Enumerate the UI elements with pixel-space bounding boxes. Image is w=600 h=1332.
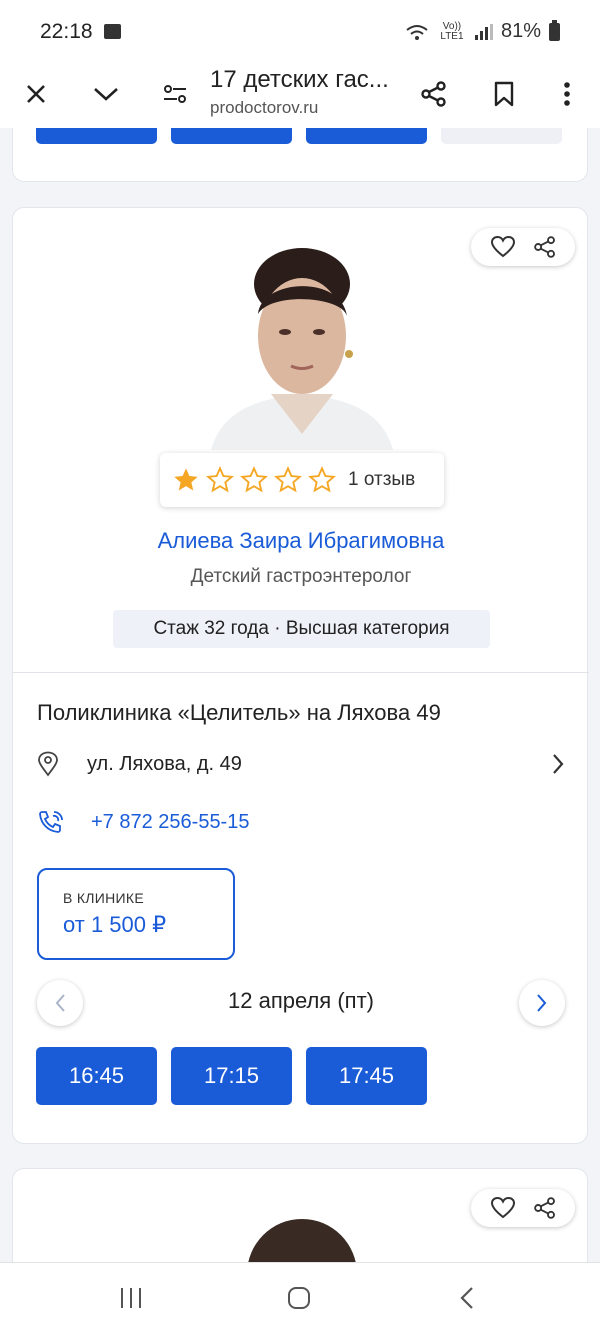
home-icon[interactable]	[279, 1283, 319, 1313]
more-slots-button[interactable]	[441, 128, 562, 144]
time-slot-button[interactable]	[171, 128, 292, 144]
bookmark-icon[interactable]	[482, 72, 526, 116]
status-indicators: Vo)) LTE1 81%	[405, 19, 560, 43]
recent-apps-icon[interactable]	[111, 1283, 151, 1313]
next-date-button[interactable]	[519, 980, 565, 1026]
page-title[interactable]: 17 детских гас...	[210, 66, 389, 94]
chevron-right-icon	[537, 994, 547, 1012]
heart-icon[interactable]	[490, 235, 516, 259]
time-slot-button[interactable]: 17:15	[171, 1047, 292, 1105]
page-settings-icon[interactable]	[153, 72, 197, 116]
chevron-right-icon[interactable]	[551, 752, 565, 776]
battery-icon	[549, 19, 560, 41]
close-icon[interactable]	[14, 72, 58, 116]
clinic-address: ул. Ляхова, д. 49	[87, 752, 242, 775]
more-icon[interactable]	[545, 72, 589, 116]
wifi-icon	[406, 24, 428, 40]
previous-doctor-card	[12, 128, 588, 182]
price-value: от 1 500 ₽	[63, 912, 167, 937]
time-slot-button[interactable]: 17:45	[306, 1047, 427, 1105]
doctor-card: 1 отзыв Алиева Заира Ибрагимовна Детский…	[12, 207, 589, 1144]
battery-level: 81%	[500, 20, 541, 42]
experience-badge: Стаж 32 года · Высшая категория	[113, 610, 490, 648]
network-type: Vo)) LTE1	[440, 20, 464, 42]
status-bar: 22:18 Vo)) LTE1 81%	[0, 0, 600, 62]
heart-icon[interactable]	[490, 1196, 516, 1220]
doctor-photo[interactable]	[247, 1219, 357, 1262]
doctor-name[interactable]: Алиева Заира Ибрагимовна	[13, 528, 589, 554]
chevron-down-icon[interactable]	[84, 72, 128, 116]
back-icon[interactable]	[447, 1283, 487, 1313]
browser-toolbar: 17 детских гас... prodoctorov.ru	[0, 62, 600, 128]
next-doctor-card	[12, 1168, 588, 1262]
card-actions	[471, 228, 575, 266]
star-empty-icon	[274, 466, 302, 493]
phone-row[interactable]: +7 872 256-55-15	[37, 804, 249, 840]
star-empty-icon	[206, 466, 234, 493]
signal-icon	[474, 23, 493, 40]
clinic-name[interactable]: Поликлиника «Целитель» на Ляхова 49	[37, 700, 441, 726]
doctor-photo[interactable]	[191, 244, 413, 450]
time-slot-button[interactable]	[306, 128, 427, 144]
time-slot-button[interactable]	[36, 128, 157, 144]
clinic-phone[interactable]: +7 872 256-55-15	[91, 811, 249, 834]
star-empty-icon	[308, 466, 336, 493]
time-slot-button[interactable]: 16:45	[36, 1047, 157, 1105]
page-url[interactable]: prodoctorov.ru	[210, 98, 318, 118]
card-actions	[471, 1189, 575, 1227]
phone-icon	[39, 811, 63, 833]
reviews-count[interactable]: 1 отзыв	[348, 469, 415, 491]
rating-badge[interactable]: 1 отзыв	[160, 453, 444, 507]
schedule-date: 12 апреля (пт)	[228, 988, 374, 1013]
gallery-notification-icon	[104, 24, 121, 39]
star-filled-icon	[174, 468, 198, 491]
price-label: В КЛИНИКЕ	[63, 890, 144, 906]
price-option[interactable]: В КЛИНИКЕ от 1 500 ₽	[37, 868, 235, 960]
location-pin-icon	[38, 751, 58, 777]
star-empty-icon	[240, 466, 268, 493]
share-icon[interactable]	[412, 72, 456, 116]
page-content[interactable]: 1 отзыв Алиева Заира Ибрагимовна Детский…	[0, 128, 600, 1262]
share-icon[interactable]	[533, 1196, 557, 1220]
share-icon[interactable]	[533, 235, 557, 259]
doctor-specialty: Детский гастроэнтеролог	[190, 566, 412, 587]
address-row[interactable]: ул. Ляхова, д. 49	[37, 746, 565, 782]
system-nav-bar	[0, 1262, 600, 1332]
divider	[13, 672, 589, 673]
status-time: 22:18	[40, 20, 93, 43]
